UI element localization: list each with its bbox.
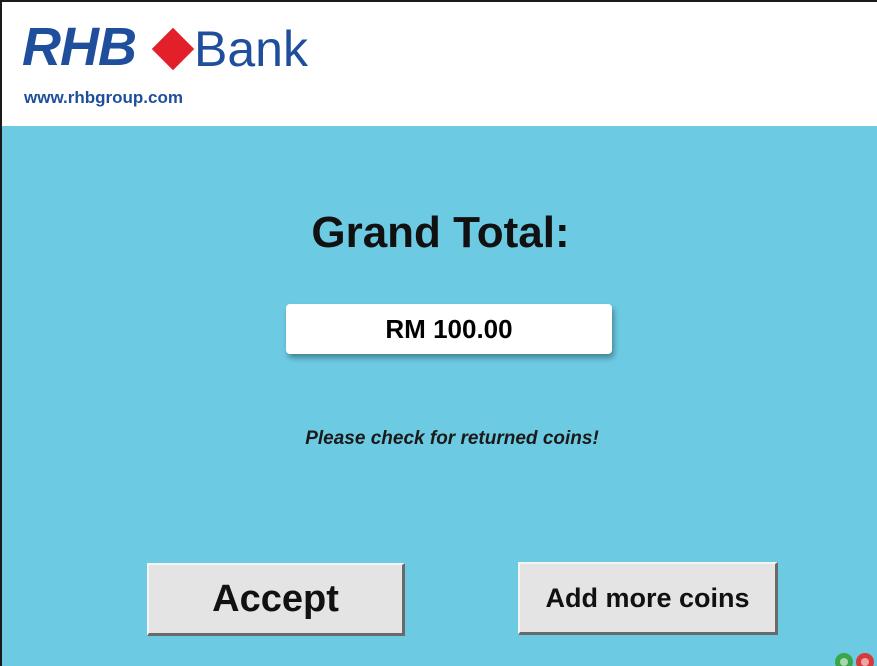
corner-indicators	[832, 650, 877, 666]
accept-button[interactable]: Accept	[147, 563, 405, 636]
logo-bank-text: Bank	[194, 21, 308, 77]
header-bar: RHB Bank www.rhbgroup.com	[2, 2, 877, 126]
logo-rhb-text: RHB	[22, 17, 137, 77]
red-diamond-icon	[151, 27, 195, 71]
green-circle-icon	[835, 653, 853, 666]
grand-total-amount: RM 100.00	[286, 304, 612, 354]
page-title: Grand Total:	[311, 208, 570, 257]
returned-coins-message: Please check for returned coins!	[305, 428, 599, 449]
add-more-coins-button[interactable]: Add more coins	[518, 562, 778, 635]
red-circle-icon	[856, 653, 874, 666]
logo-url: www.rhbgroup.com	[24, 88, 183, 107]
kiosk-screen: RHB Bank www.rhbgroup.com Grand Total: R…	[0, 0, 877, 666]
